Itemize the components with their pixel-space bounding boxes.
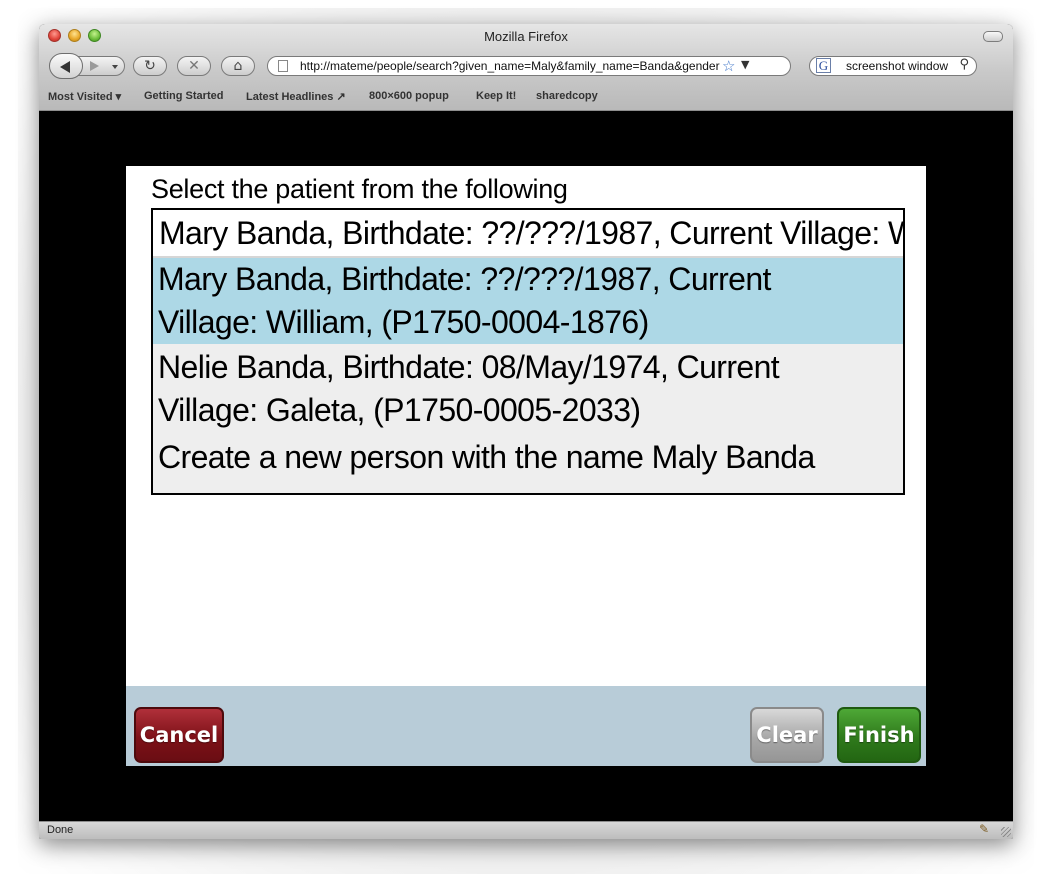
back-icon[interactable] bbox=[49, 53, 83, 79]
finish-button[interactable]: Finish bbox=[837, 707, 921, 763]
list-item-create-person[interactable]: Create a new person with the name Maly B… bbox=[153, 436, 903, 486]
bookmark-keep-it[interactable]: Keep It! bbox=[476, 90, 516, 102]
url-bar[interactable]: http://mateme/people/search?given_name=M… bbox=[267, 56, 791, 76]
bookmarks-toolbar: Most Visited ▾ Getting Started Latest He… bbox=[39, 86, 1013, 108]
resize-grip[interactable] bbox=[1001, 827, 1011, 837]
reload-icon[interactable]: ↻ bbox=[133, 56, 167, 76]
search-bar[interactable]: G screenshot window ⚲ bbox=[809, 56, 977, 76]
page-content: Select the patient from the following Ma… bbox=[39, 111, 1013, 821]
list-item[interactable]: Nelie Banda, Birthdate: 08/May/1974, Cur… bbox=[153, 346, 903, 436]
browser-chrome: Mozilla Firefox ↻ ✕ ⌂ http://mateme/peop… bbox=[39, 24, 1013, 111]
patient-select-panel: Select the patient from the following Ma… bbox=[126, 166, 926, 766]
list-item[interactable]: Mary Banda, Birthdate: ??/???/1987, Curr… bbox=[153, 258, 903, 344]
selection-input[interactable]: Mary Banda, Birthdate: ??/???/1987, Curr… bbox=[153, 210, 903, 258]
search-input[interactable]: screenshot window bbox=[846, 59, 956, 73]
search-icon[interactable]: ⚲ bbox=[959, 57, 969, 72]
bookmark-latest-headlines[interactable]: Latest Headlines ↗ bbox=[246, 90, 346, 103]
url-text[interactable]: http://mateme/people/search?given_name=M… bbox=[300, 59, 720, 73]
button-bar: Cancel Clear Finish bbox=[126, 686, 926, 766]
patient-listbox[interactable]: Mary Banda, Birthdate: ??/???/1987, Curr… bbox=[151, 208, 905, 495]
window-title: Mozilla Firefox bbox=[484, 29, 568, 44]
bookmark-getting-started[interactable]: Getting Started bbox=[144, 90, 223, 102]
cancel-button[interactable]: Cancel bbox=[134, 707, 224, 763]
page-title: Select the patient from the following bbox=[151, 174, 568, 204]
addon-icon[interactable]: ✎ bbox=[979, 822, 989, 836]
navigation-toolbar: ↻ ✕ ⌂ http://mateme/people/search?given_… bbox=[39, 52, 1013, 80]
page-icon bbox=[278, 60, 288, 72]
stop-icon[interactable]: ✕ bbox=[177, 56, 211, 76]
title-bar[interactable]: Mozilla Firefox bbox=[39, 24, 1013, 48]
clear-button[interactable]: Clear bbox=[750, 707, 824, 763]
bookmark-sharedcopy[interactable]: sharedcopy bbox=[536, 90, 598, 102]
browser-window: Mozilla Firefox ↻ ✕ ⌂ http://mateme/peop… bbox=[39, 24, 1013, 839]
bookmark-popup[interactable]: 800×600 popup bbox=[369, 90, 449, 102]
status-text: Done bbox=[47, 824, 74, 836]
status-bar: Done ✎ bbox=[39, 821, 1013, 839]
bookmark-most-visited[interactable]: Most Visited ▾ bbox=[48, 90, 121, 103]
home-icon[interactable]: ⌂ bbox=[221, 56, 255, 76]
toolbar-toggle-icon[interactable] bbox=[983, 31, 1003, 42]
selection-input-text[interactable]: Mary Banda, Birthdate: ??/???/1987, Curr… bbox=[159, 215, 903, 252]
url-history-dropdown-icon[interactable]: ▼ bbox=[741, 58, 749, 71]
google-engine-icon[interactable]: G bbox=[816, 58, 831, 73]
bookmark-star-icon[interactable]: ☆ bbox=[722, 57, 735, 75]
